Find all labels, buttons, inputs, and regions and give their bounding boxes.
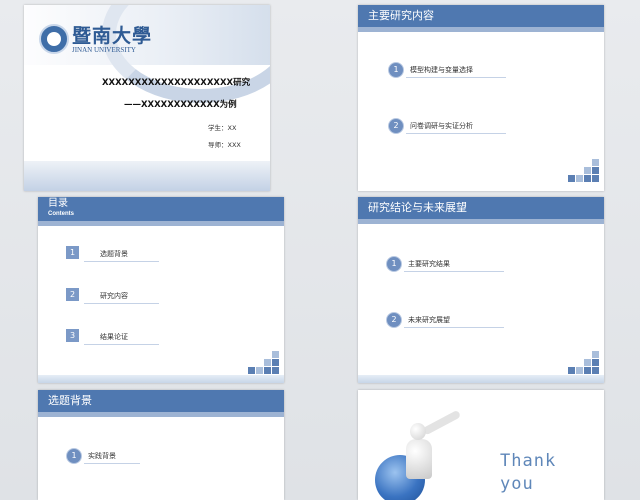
thank-you-text: Thank you	[500, 451, 557, 494]
logo-chinese: 暨南大學	[72, 25, 153, 47]
number-badge: 3	[66, 329, 79, 342]
logo-english: JINAN UNIVERSITY	[72, 46, 136, 54]
title-underbar	[358, 27, 604, 32]
slide-thumbnail-content[interactable]: 主要研究内容 1 模型构建与变量选择 2 问卷调研与实证分析	[358, 5, 604, 191]
number-badge: 1	[66, 246, 79, 259]
title-line-2: ——XXXXXXXXXXXX为例	[124, 100, 237, 110]
footer-strip	[38, 375, 284, 383]
number-badge: 1	[386, 256, 402, 272]
number-badge: 2	[388, 118, 404, 134]
slide-title: 目录 Contents	[38, 197, 284, 221]
footer-strip	[358, 375, 604, 383]
list-item-label: 选题背景	[100, 250, 128, 258]
list-item-label: 模型构建与变量选择	[410, 66, 473, 74]
number-badge: 2	[386, 312, 402, 328]
list-item: 1 模型构建与变量选择	[388, 62, 538, 78]
university-seal-icon	[39, 24, 69, 54]
title-line-1: XXXXXXXXXXXXXXXXXXXX研究	[102, 78, 251, 88]
title-underbar	[38, 412, 284, 417]
list-item: 2 研究内容	[66, 288, 196, 304]
decorative-blocks	[568, 159, 600, 183]
list-item: 2 问卷调研与实证分析	[388, 118, 538, 134]
slide-thumbnail-title[interactable]: 暨南大學 JINAN UNIVERSITY XXXXXXXXXXXXXXXXXX…	[24, 5, 270, 191]
number-badge: 1	[388, 62, 404, 78]
decorative-blocks	[248, 351, 280, 375]
toc-heading: 目录	[48, 198, 68, 209]
decorative-swoosh	[102, 5, 270, 103]
list-item: 1 实践背景	[66, 448, 196, 464]
list-item-label: 问卷调研与实证分析	[410, 122, 473, 130]
title-underbar	[358, 219, 604, 224]
figure-arm	[422, 409, 462, 436]
slide-thumbnail-background[interactable]: 选题背景 1 实践背景	[38, 390, 284, 500]
list-item: 1 选题背景	[66, 246, 196, 262]
mentor-label: 导师：XXX	[208, 141, 241, 149]
slide-thumbnail-thanks[interactable]: Thank you	[358, 390, 604, 500]
list-item-label: 未来研究展望	[408, 316, 450, 324]
list-item-label: 实践背景	[88, 452, 116, 460]
title-underbar	[38, 221, 284, 226]
toc-subheading: Contents	[48, 211, 74, 217]
slide-thumbnail-toc[interactable]: 目录 Contents 1 选题背景 2 研究内容 3 结果论证	[38, 197, 284, 383]
number-badge: 2	[66, 288, 79, 301]
list-item-label: 研究内容	[100, 292, 128, 300]
footer-gradient	[24, 161, 270, 191]
slide-title: 主要研究内容	[358, 5, 604, 27]
decorative-blocks	[568, 351, 600, 375]
list-item: 1 主要研究结果	[386, 256, 536, 272]
slide-title: 研究结论与未来展望	[358, 197, 604, 219]
list-item-label: 主要研究结果	[408, 260, 450, 268]
list-item-label: 结果论证	[100, 333, 128, 341]
list-item: 3 结果论证	[66, 329, 196, 345]
student-label: 学生：XX	[208, 124, 237, 132]
list-item: 2 未来研究展望	[386, 312, 536, 328]
figure-body	[406, 439, 432, 479]
slide-title: 选题背景	[38, 390, 284, 412]
slide-thumbnail-conclusion[interactable]: 研究结论与未来展望 1 主要研究结果 2 未来研究展望	[358, 197, 604, 383]
number-badge: 1	[66, 448, 82, 464]
figure-head	[410, 423, 426, 440]
